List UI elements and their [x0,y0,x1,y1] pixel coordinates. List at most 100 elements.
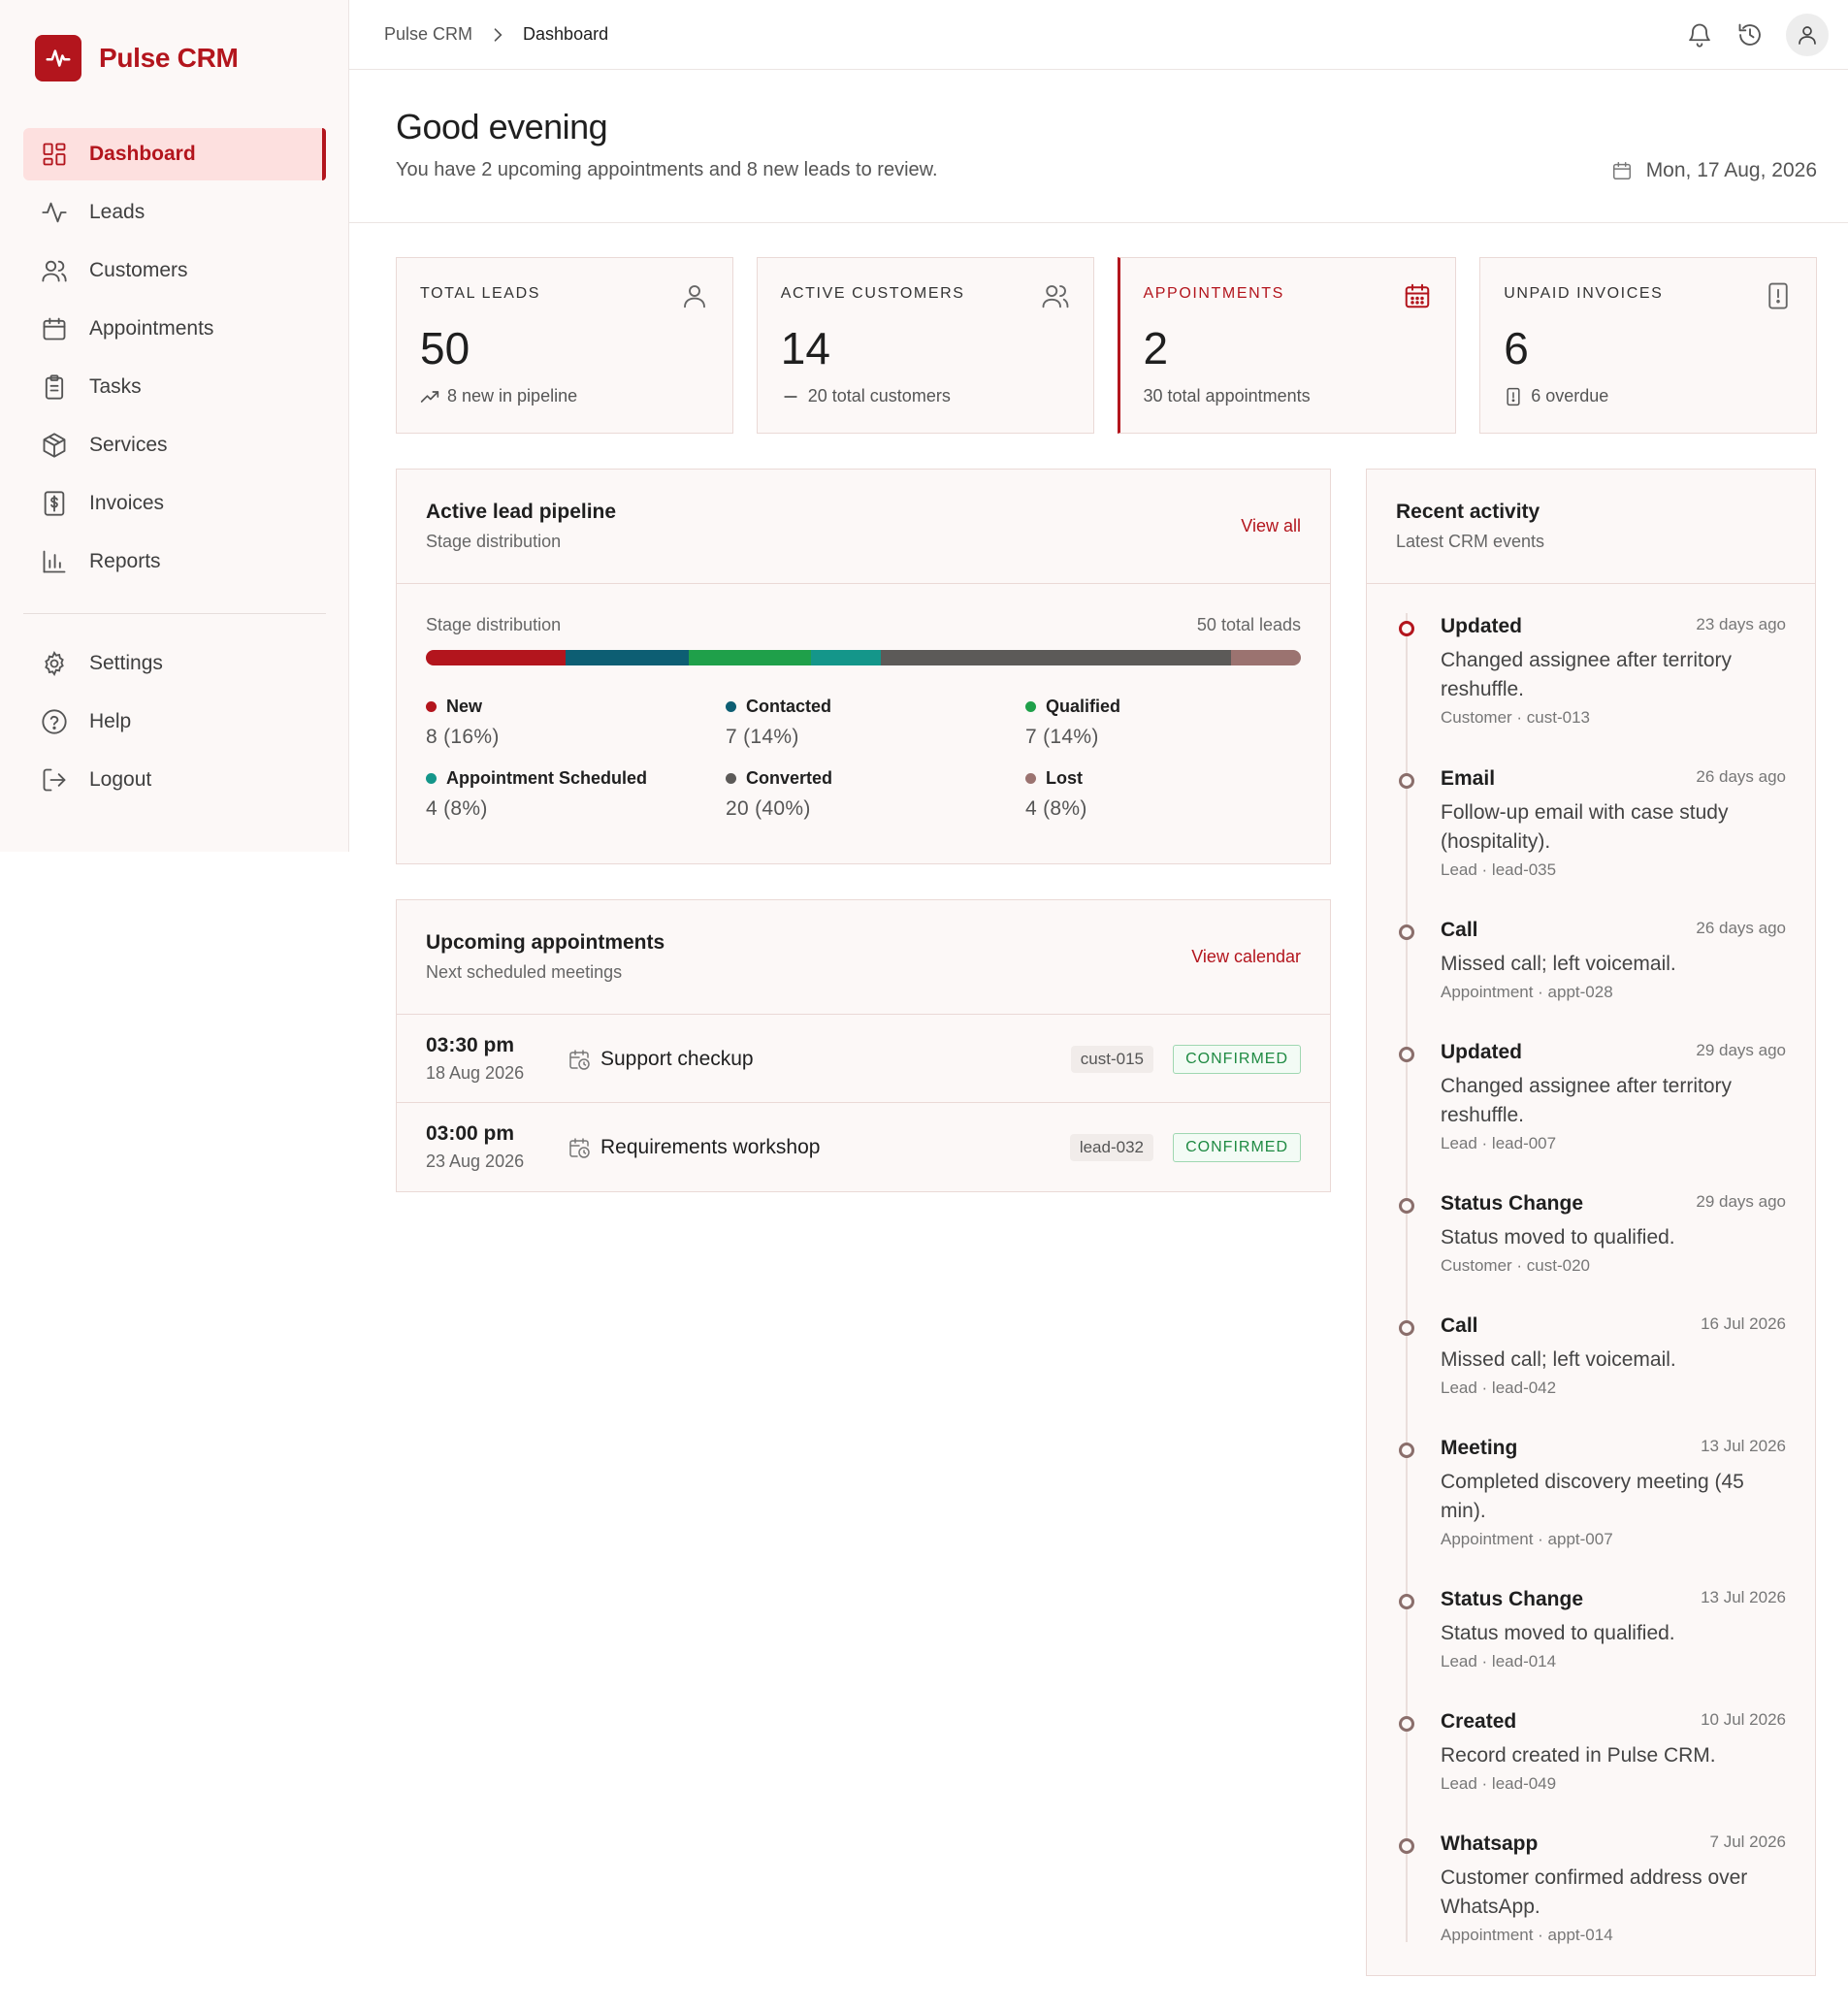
user-icon [1796,23,1819,47]
file-alert-icon [1504,387,1523,406]
panel-title: Active lead pipeline [426,501,617,523]
brand-name: Pulse CRM [99,43,239,73]
upcoming-appointments-panel: Upcoming appointments Next scheduled mee… [396,899,1331,1192]
status-badge: CONFIRMED [1173,1133,1301,1162]
activity-item[interactable]: Created 10 Jul 2026 Record created in Pu… [1367,1699,1815,1815]
appointment-ref-tag[interactable]: lead-032 [1069,1134,1153,1161]
activity-meta: Lead · lead-007 [1441,1134,1557,1152]
activity-item[interactable]: Call 16 Jul 2026 Missed call; left voice… [1367,1303,1815,1419]
timeline-dot [1399,621,1414,636]
legend-dot [726,700,736,712]
bar-chart-icon [41,548,68,575]
stat-foot-text: 20 total customers [807,386,951,405]
lead-pipeline-panel: Active lead pipeline Stage distribution … [396,469,1331,864]
brand[interactable]: Pulse CRM [35,35,239,81]
activity-type: Status Change [1441,1192,1584,1215]
help-icon [41,708,68,735]
activity-time: 23 days ago [1696,615,1786,633]
view-all-link[interactable]: View all [1241,516,1301,536]
panel-subtitle: Latest CRM events [1396,532,1545,551]
calendar-clock-icon [567,1136,591,1159]
activity-item[interactable]: Updated 29 days ago Changed assignee aft… [1367,1029,1815,1175]
legend-value: 4 (8%) [1025,797,1087,820]
stat-cards: TOTAL LEADS 50 8 new in pipeline ACTIVE … [396,257,1817,434]
stat-card-appointments[interactable]: APPOINTMENTS 2 30 total appointments [1117,257,1457,434]
history-button[interactable] [1735,20,1765,49]
activity-meta: Lead · lead-049 [1441,1774,1557,1793]
current-date: Mon, 17 Aug, 2026 [1611,159,1817,182]
activity-description: Completed discovery meeting (45 min). [1441,1471,1744,1522]
activity-description: Customer confirmed address over WhatsApp… [1441,1866,1748,1918]
appointment-ref-tag[interactable]: cust-015 [1070,1046,1153,1073]
pipeline-legend: New 8 (16%) Contacted 7 (14%) Qualified … [426,695,1318,821]
activity-item[interactable]: Email 26 days ago Follow-up email with c… [1367,756,1815,901]
pipeline-segment-contacted [566,650,689,665]
user-avatar-button[interactable] [1786,14,1829,56]
legend-dot [1025,700,1036,712]
activity-item[interactable]: Call 26 days ago Missed call; left voice… [1367,907,1815,1023]
user-icon [680,281,709,310]
panel-header: Upcoming appointments Next scheduled mee… [397,900,1330,1015]
total-leads-label: 50 total leads [1196,615,1301,634]
legend-label: Converted [746,767,833,788]
activity-time: 13 Jul 2026 [1701,1437,1786,1455]
calendar-grid-icon [1403,281,1432,310]
legend-value: 7 (14%) [1025,726,1099,748]
pipeline-segment-appointment-scheduled [810,650,881,665]
legend-value: 8 (16%) [426,726,500,748]
activity-time: 16 Jul 2026 [1701,1314,1786,1333]
panel-subtitle: Next scheduled meetings [426,962,623,982]
activity-meta: Appointment · appt-014 [1441,1926,1613,1944]
recent-activity-panel: Recent activity Latest CRM events Update… [1366,469,1816,1976]
nav-label: Invoices [89,492,165,514]
nav-item-invoices[interactable]: Invoices [23,477,326,530]
activity-description: Status moved to qualified. [1441,1226,1675,1249]
activity-item[interactable]: Status Change 13 Jul 2026 Status moved t… [1367,1576,1815,1693]
activity-item[interactable]: Status Change 29 days ago Status moved t… [1367,1181,1815,1297]
notifications-button[interactable] [1685,20,1714,49]
stat-card-unpaid-invoices[interactable]: UNPAID INVOICES 6 6 overdue [1479,257,1817,434]
greeting-subtitle: You have 2 upcoming appointments and 8 n… [396,159,938,180]
legend-value: 20 (40%) [726,797,811,820]
stat-card-active-customers[interactable]: ACTIVE CUSTOMERS 14 20 total customers [756,257,1094,434]
nav-item-customers[interactable]: Customers [23,244,326,297]
nav-item-leads[interactable]: Leads [23,186,326,239]
activity-item[interactable]: Whatsapp 7 Jul 2026 Customer confirmed a… [1367,1821,1815,1966]
legend-dot [426,772,437,784]
appointment-row[interactable]: 03:00 pm 23 Aug 2026 Requirements worksh… [397,1103,1330,1191]
legend-dot [726,772,736,784]
activity-meta: Customer · cust-013 [1441,708,1590,727]
activity-time: 26 days ago [1696,919,1786,937]
nav-item-settings[interactable]: Settings [23,637,326,690]
legend-label: Contacted [746,696,832,716]
nav-item-appointments[interactable]: Appointments [23,303,326,355]
activity-meta: Appointment · appt-028 [1441,983,1613,1001]
activity-meta: Lead · lead-035 [1441,860,1557,879]
nav-item-tasks[interactable]: Tasks [23,361,326,413]
nav-item-services[interactable]: Services [23,419,326,471]
pulse-logo-icon [35,35,81,81]
appointment-time: 03:00 pm [426,1122,515,1145]
nav-item-logout[interactable]: Logout [23,754,326,806]
legend-item-contacted: Contacted 7 (14%) [726,695,1025,749]
activity-meta: Customer · cust-020 [1441,1256,1590,1275]
view-calendar-link[interactable]: View calendar [1191,947,1301,967]
activity-item[interactable]: Meeting 13 Jul 2026 Completed discovery … [1367,1425,1815,1571]
activity-description: Follow-up email with case study (hospita… [1441,801,1729,853]
appointment-time: 03:30 pm [426,1034,515,1056]
stat-value: 14 [780,323,830,373]
invoice-icon [41,490,68,517]
nav-item-reports[interactable]: Reports [23,535,326,588]
stat-card-total-leads[interactable]: TOTAL LEADS 50 8 new in pipeline [396,257,733,434]
legend-label: New [446,696,483,716]
nav-label: Appointments [89,317,214,340]
breadcrumb-root[interactable]: Pulse CRM [384,24,472,45]
appointment-row[interactable]: 03:30 pm 18 Aug 2026 Support checkup cus… [397,1015,1330,1103]
activity-item[interactable]: Updated 23 days ago Changed assignee aft… [1367,603,1815,749]
activity-type: Whatsapp [1441,1833,1539,1855]
trending-up-icon [420,387,439,406]
legend-item-lost: Lost 4 (8%) [1025,766,1316,821]
activity-description: Missed call; left voicemail. [1441,1348,1676,1371]
nav-item-dashboard[interactable]: Dashboard [23,128,326,180]
nav-item-help[interactable]: Help [23,696,326,748]
